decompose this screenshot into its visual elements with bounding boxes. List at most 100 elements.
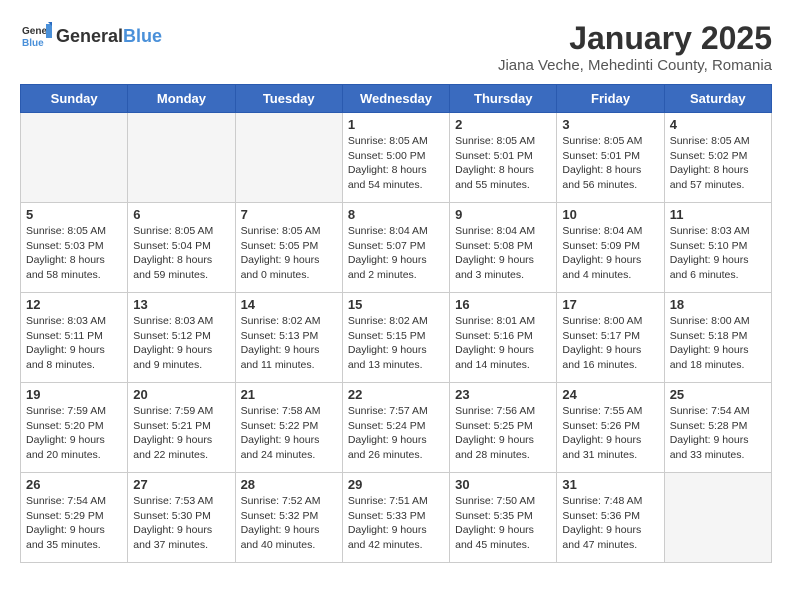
day-info: Sunrise: 7:54 AM Sunset: 5:29 PM Dayligh… [26,494,122,553]
main-title: January 2025 [498,20,772,57]
day-number: 3 [562,117,658,132]
logo-icon: General Blue [20,20,52,52]
calendar-cell: 16 Sunrise: 8:01 AM Sunset: 5:16 PM Dayli… [450,293,557,383]
title-block: January 2025 Jiana Veche, Mehedinti Coun… [498,20,772,74]
day-number: 21 [241,387,337,402]
calendar-cell: 12Sunrise: 8:03 AM Sunset: 5:11 PM Dayli… [21,293,128,383]
day-number: 7 [241,207,337,222]
calendar-cell: 26 Sunrise: 7:54 AM Sunset: 5:29 PM Dayli… [21,473,128,563]
calendar-table: SundayMondayTuesdayWednesdayThursdayFrid… [20,84,772,563]
day-number: 30 [455,477,551,492]
subtitle: Jiana Veche, Mehedinti County, Romania [498,57,772,74]
calendar-cell: 14 Sunrise: 8:02 AM Sunset: 5:13 PM Dayli… [235,293,342,383]
day-header-monday: Monday [128,85,235,113]
calendar-cell: 24Sunrise: 7:55 AM Sunset: 5:26 PM Dayli… [557,383,664,473]
day-number: 6 [133,207,229,222]
day-info: Sunrise: 7:51 AM Sunset: 5:33 PM Dayligh… [348,494,444,553]
logo-text: GeneralBlue [56,26,162,47]
day-number: 2 [455,117,551,132]
day-info: Sunrise: 7:48 AM Sunset: 5:36 PM Dayligh… [562,494,658,553]
calendar-cell: 27 Sunrise: 7:53 AM Sunset: 5:30 PM Dayli… [128,473,235,563]
day-info: Sunrise: 8:03 AM Sunset: 5:12 PM Dayligh… [133,314,229,373]
calendar-cell: 20 Sunrise: 7:59 AM Sunset: 5:21 PM Dayli… [128,383,235,473]
day-info: Sunrise: 8:05 AM Sunset: 5:02 PM Dayligh… [670,134,766,193]
day-info: Sunrise: 7:53 AM Sunset: 5:30 PM Dayligh… [133,494,229,553]
day-info: Sunrise: 8:05 AM Sunset: 5:01 PM Dayligh… [562,134,658,193]
day-info: Sunrise: 8:00 AM Sunset: 5:17 PM Dayligh… [562,314,658,373]
day-number: 4 [670,117,766,132]
day-number: 31 [562,477,658,492]
calendar-cell: 29 Sunrise: 7:51 AM Sunset: 5:33 PM Dayli… [342,473,449,563]
day-info: Sunrise: 7:59 AM Sunset: 5:20 PM Dayligh… [26,404,122,463]
day-info: Sunrise: 8:02 AM Sunset: 5:13 PM Dayligh… [241,314,337,373]
calendar-cell: 30Sunrise: 7:50 AM Sunset: 5:35 PM Dayli… [450,473,557,563]
day-number: 11 [670,207,766,222]
page-header: General Blue GeneralBlue January 2025 Ji… [20,20,772,74]
day-number: 1 [348,117,444,132]
day-info: Sunrise: 8:05 AM Sunset: 5:04 PM Dayligh… [133,224,229,283]
day-info: Sunrise: 8:03 AM Sunset: 5:11 PM Dayligh… [26,314,122,373]
day-info: Sunrise: 7:57 AM Sunset: 5:24 PM Dayligh… [348,404,444,463]
day-header-thursday: Thursday [450,85,557,113]
calendar-cell: 15 Sunrise: 8:02 AM Sunset: 5:15 PM Dayli… [342,293,449,383]
calendar-week-3: 12Sunrise: 8:03 AM Sunset: 5:11 PM Dayli… [21,293,772,383]
calendar-cell: 19 Sunrise: 7:59 AM Sunset: 5:20 PM Dayli… [21,383,128,473]
calendar-week-5: 26 Sunrise: 7:54 AM Sunset: 5:29 PM Dayli… [21,473,772,563]
day-number: 28 [241,477,337,492]
calendar-cell [664,473,771,563]
day-header-wednesday: Wednesday [342,85,449,113]
day-number: 16 [455,297,551,312]
day-number: 17 [562,297,658,312]
day-number: 15 [348,297,444,312]
day-info: Sunrise: 8:02 AM Sunset: 5:15 PM Dayligh… [348,314,444,373]
day-info: Sunrise: 8:05 AM Sunset: 5:00 PM Dayligh… [348,134,444,193]
day-header-friday: Friday [557,85,664,113]
calendar-cell: 2Sunrise: 8:05 AM Sunset: 5:01 PM Daylig… [450,113,557,203]
day-info: Sunrise: 7:59 AM Sunset: 5:21 PM Dayligh… [133,404,229,463]
calendar-cell: 25Sunrise: 7:54 AM Sunset: 5:28 PM Dayli… [664,383,771,473]
calendar-cell: 9Sunrise: 8:04 AM Sunset: 5:08 PM Daylig… [450,203,557,293]
day-info: Sunrise: 8:04 AM Sunset: 5:08 PM Dayligh… [455,224,551,283]
calendar-cell: 5Sunrise: 8:05 AM Sunset: 5:03 PM Daylig… [21,203,128,293]
calendar-cell: 23 Sunrise: 7:56 AM Sunset: 5:25 PM Dayli… [450,383,557,473]
calendar-cell [235,113,342,203]
day-number: 29 [348,477,444,492]
day-number: 23 [455,387,551,402]
day-info: Sunrise: 7:58 AM Sunset: 5:22 PM Dayligh… [241,404,337,463]
day-info: Sunrise: 8:03 AM Sunset: 5:10 PM Dayligh… [670,224,766,283]
day-number: 14 [241,297,337,312]
calendar-cell: 8Sunrise: 8:04 AM Sunset: 5:07 PM Daylig… [342,203,449,293]
day-number: 27 [133,477,229,492]
day-info: Sunrise: 7:55 AM Sunset: 5:26 PM Dayligh… [562,404,658,463]
day-info: Sunrise: 7:56 AM Sunset: 5:25 PM Dayligh… [455,404,551,463]
day-header-sunday: Sunday [21,85,128,113]
logo-general: General [56,26,123,46]
day-number: 25 [670,387,766,402]
day-info: Sunrise: 8:04 AM Sunset: 5:07 PM Dayligh… [348,224,444,283]
day-number: 20 [133,387,229,402]
calendar-cell: 13 Sunrise: 8:03 AM Sunset: 5:12 PM Dayli… [128,293,235,383]
calendar-cell [21,113,128,203]
calendar-cell: 18Sunrise: 8:00 AM Sunset: 5:18 PM Dayli… [664,293,771,383]
day-number: 13 [133,297,229,312]
day-info: Sunrise: 8:01 AM Sunset: 5:16 PM Dayligh… [455,314,551,373]
day-number: 19 [26,387,122,402]
day-number: 26 [26,477,122,492]
calendar-cell: 6 Sunrise: 8:05 AM Sunset: 5:04 PM Daylig… [128,203,235,293]
calendar-cell: 17 Sunrise: 8:00 AM Sunset: 5:17 PM Dayli… [557,293,664,383]
svg-text:Blue: Blue [22,38,44,49]
day-number: 18 [670,297,766,312]
day-header-tuesday: Tuesday [235,85,342,113]
day-info: Sunrise: 8:05 AM Sunset: 5:05 PM Dayligh… [241,224,337,283]
day-info: Sunrise: 7:52 AM Sunset: 5:32 PM Dayligh… [241,494,337,553]
calendar-header-row: SundayMondayTuesdayWednesdayThursdayFrid… [21,85,772,113]
calendar-cell: 7 Sunrise: 8:05 AM Sunset: 5:05 PM Daylig… [235,203,342,293]
logo-blue: Blue [123,26,162,46]
calendar-cell: 31 Sunrise: 7:48 AM Sunset: 5:36 PM Dayli… [557,473,664,563]
day-number: 5 [26,207,122,222]
day-number: 22 [348,387,444,402]
calendar-cell: 3 Sunrise: 8:05 AM Sunset: 5:01 PM Daylig… [557,113,664,203]
calendar-cell: 11 Sunrise: 8:03 AM Sunset: 5:10 PM Dayli… [664,203,771,293]
calendar-cell: 10Sunrise: 8:04 AM Sunset: 5:09 PM Dayli… [557,203,664,293]
calendar-cell: 21 Sunrise: 7:58 AM Sunset: 5:22 PM Dayli… [235,383,342,473]
